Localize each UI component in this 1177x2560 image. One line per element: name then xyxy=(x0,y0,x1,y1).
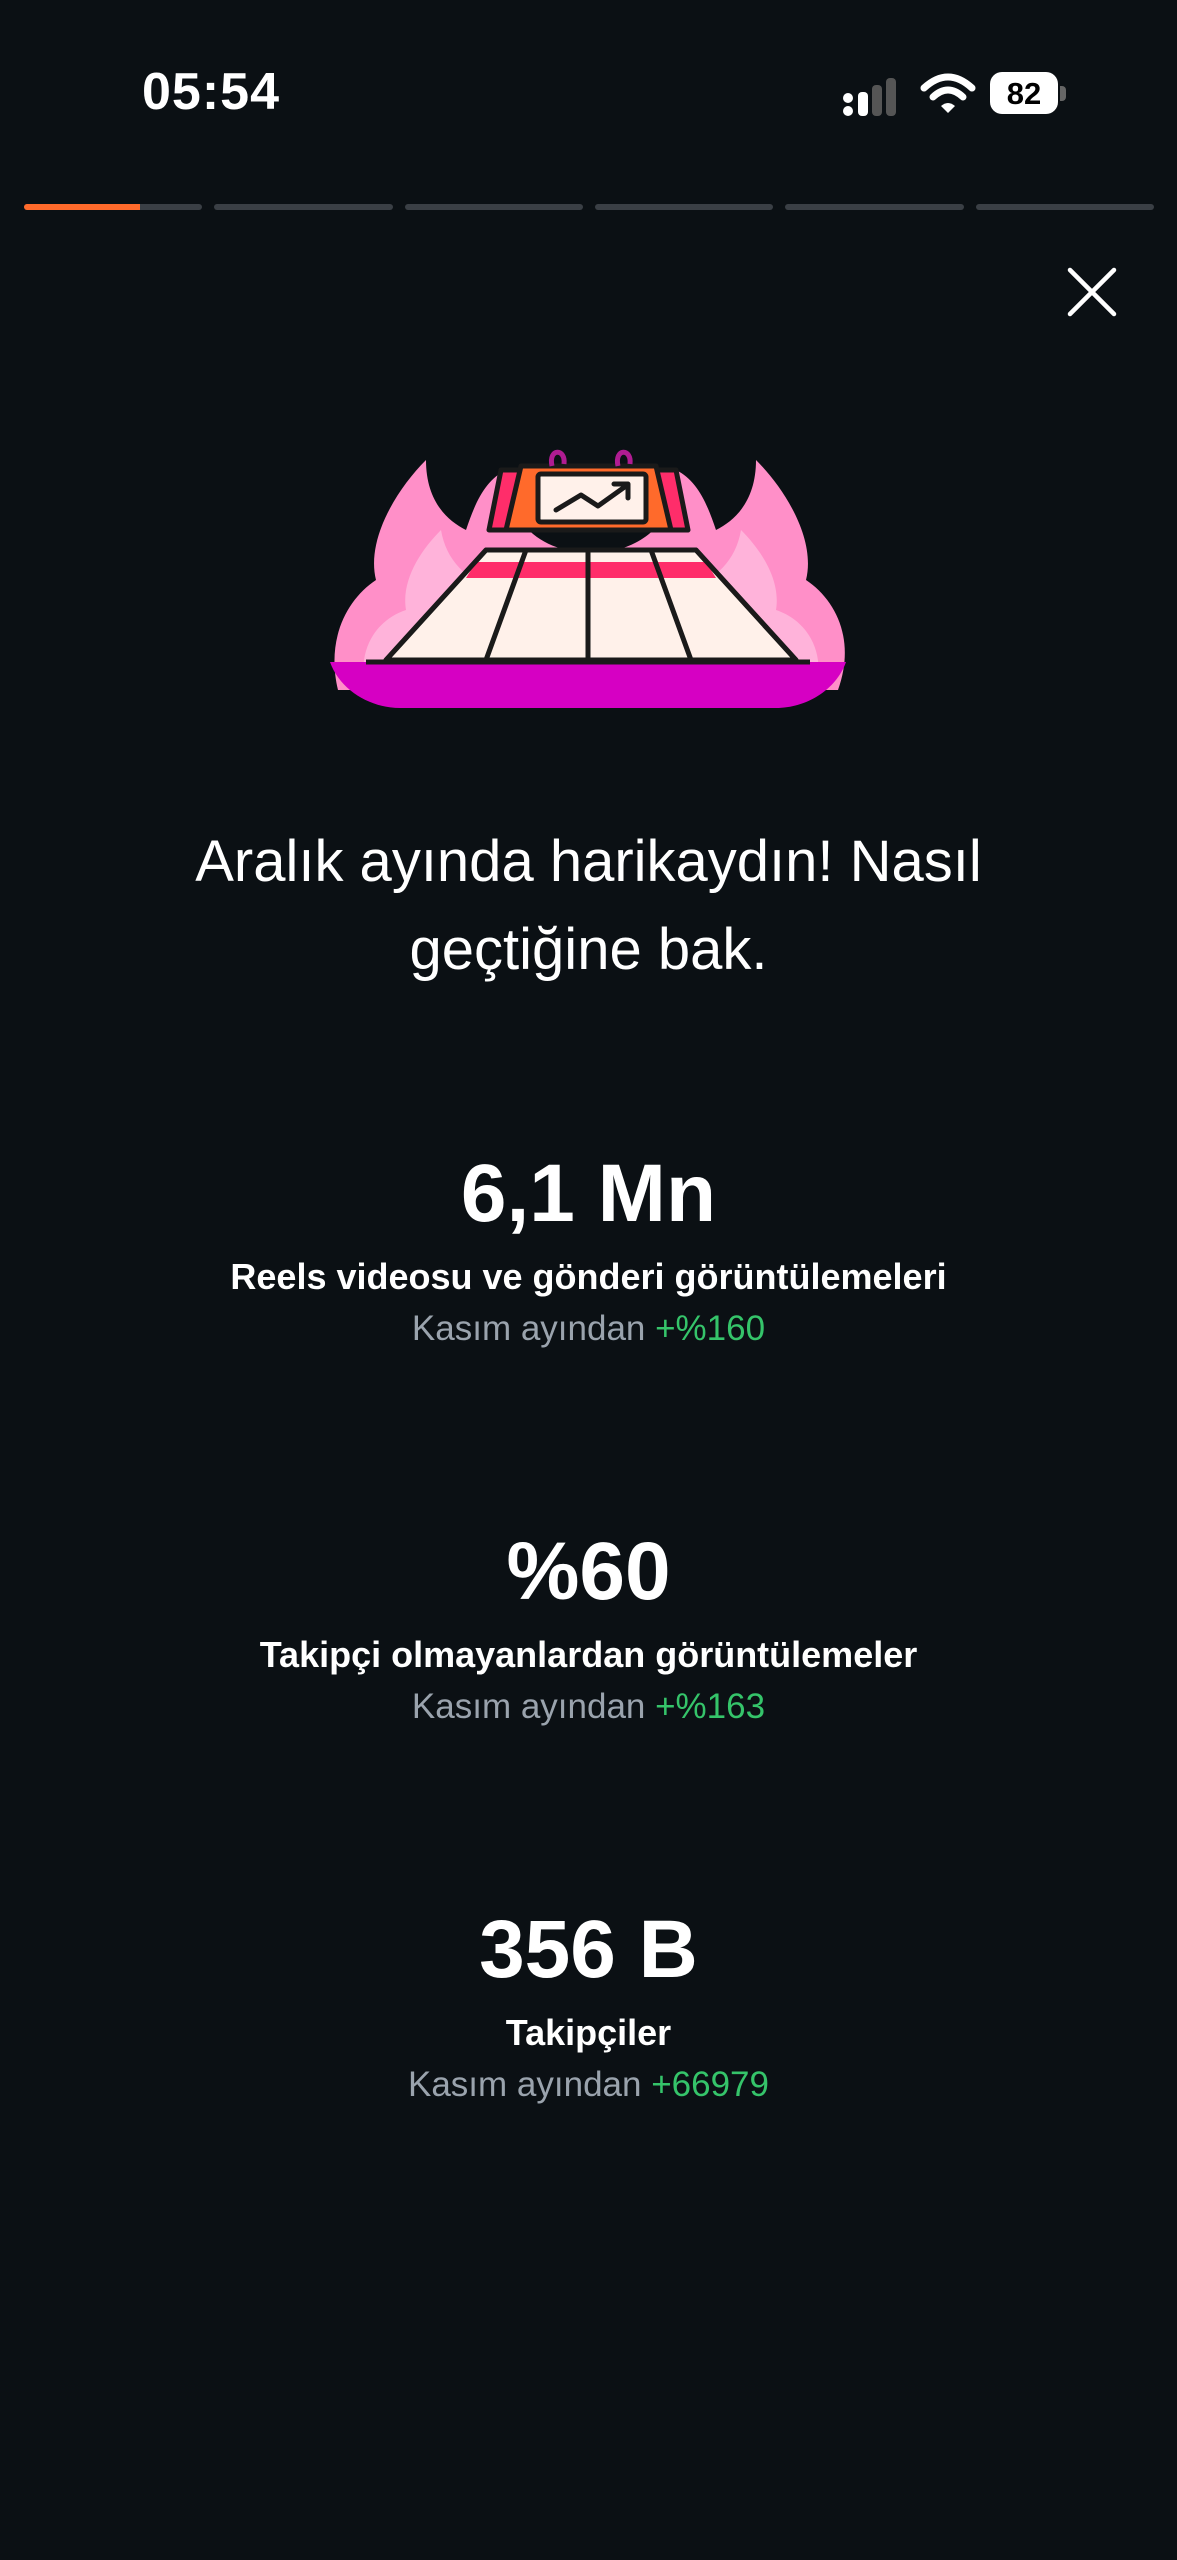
stat-delta: +%160 xyxy=(655,1309,766,1348)
comparison-label: Kasım ayından xyxy=(408,2065,642,2104)
stat-block-followers: 356 B Takipçiler Kasım ayından +66979 xyxy=(0,1902,1177,2110)
stat-delta: +%163 xyxy=(655,1687,766,1726)
progress-segment xyxy=(404,204,583,210)
wifi-icon xyxy=(920,73,976,113)
flaming-trending-calendar-illustration xyxy=(330,449,846,708)
status-bar: 05:54 82 xyxy=(0,0,1177,190)
comparison-label: Kasım ayından xyxy=(411,1687,646,1726)
stat-label: Takipçi olmayanlardan görüntülemeler xyxy=(259,1634,918,1675)
progress-segment xyxy=(24,204,203,210)
status-time: 05:54 xyxy=(142,63,280,121)
stat-value: 356 B xyxy=(479,1904,698,1995)
progress-segment xyxy=(975,204,1154,210)
progress-segment xyxy=(785,204,964,210)
stat-label: Takipçiler xyxy=(505,2012,672,2053)
battery-level: 82 xyxy=(1006,76,1042,111)
battery-icon: 82 xyxy=(990,72,1070,116)
comparison-label: Kasım ayından xyxy=(411,1309,646,1348)
close-icon[interactable] xyxy=(1062,262,1122,322)
progress-segment xyxy=(214,204,393,210)
stat-block-views: 6,1 Mn Reels videosu ve gönderi görüntül… xyxy=(0,1146,1177,1354)
stat-value: 6,1 Mn xyxy=(460,1148,717,1239)
stat-value: %60 xyxy=(506,1526,671,1617)
cellular-signal-icon xyxy=(843,78,896,116)
stat-comparison: Kasım ayından +%160 xyxy=(0,1304,1177,1354)
progress-segment xyxy=(594,204,774,210)
stat-block-non-follower-views: %60 Takipçi olmayanlardan görüntülemeler… xyxy=(0,1524,1177,1732)
page-headline: Aralık ayında harikaydın! Nasıl geçtiğin… xyxy=(195,829,982,982)
progress-segment-fill xyxy=(24,204,140,210)
stat-comparison: Kasım ayından +%163 xyxy=(0,1682,1177,1732)
stat-comparison: Kasım ayından +66979 xyxy=(0,2060,1177,2110)
stat-delta: +66979 xyxy=(651,2065,769,2104)
story-progress-bar xyxy=(24,204,1154,210)
stat-label: Reels videosu ve gönderi görüntülemeleri xyxy=(230,1256,947,1297)
